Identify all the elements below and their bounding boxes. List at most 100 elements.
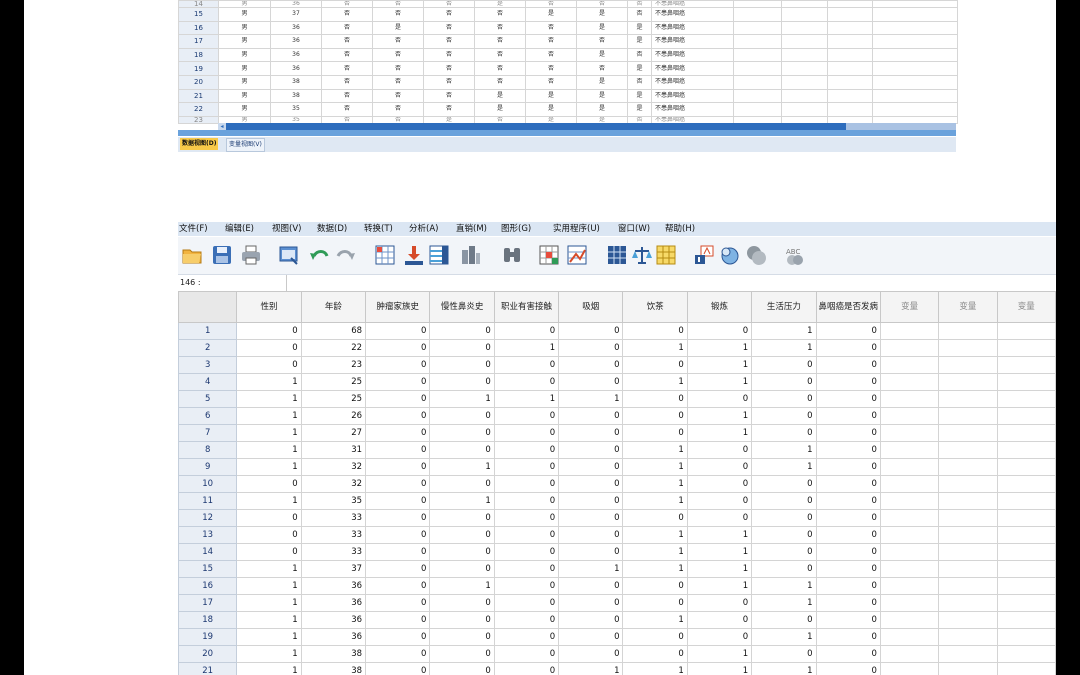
label-cell[interactable]: 是 <box>372 20 424 36</box>
label-cell[interactable]: 否 <box>372 61 424 76</box>
column-header[interactable]: 变量 <box>996 291 1056 323</box>
label-cell[interactable]: 否 <box>321 74 373 90</box>
data-cell[interactable]: 1 <box>236 373 302 391</box>
data-cell[interactable]: 0 <box>815 458 881 476</box>
label-cell[interactable] <box>781 88 828 104</box>
data-cell[interactable]: 1 <box>236 560 302 578</box>
label-cell[interactable]: 不患鼻咽癌 <box>651 61 734 76</box>
label-cell[interactable]: 36 <box>270 34 322 49</box>
empty-cell[interactable] <box>996 526 1056 544</box>
empty-cell[interactable] <box>879 526 940 544</box>
data-cell[interactable]: 0 <box>493 441 560 459</box>
empty-cell[interactable] <box>879 373 940 391</box>
cell-reference[interactable]: 146 : <box>180 276 201 290</box>
label-cell[interactable]: 否 <box>525 61 577 76</box>
label-cell[interactable]: 不患鼻咽癌 <box>651 20 734 36</box>
label-cell[interactable] <box>733 102 782 117</box>
empty-cell[interactable] <box>996 560 1056 578</box>
row-number[interactable]: 17 <box>178 594 238 612</box>
data-cell[interactable]: 0 <box>815 611 881 629</box>
row-number[interactable]: 8 <box>178 441 238 459</box>
empty-cell[interactable] <box>996 509 1056 527</box>
data-cell[interactable]: 0 <box>429 356 495 374</box>
data-cell[interactable]: 0 <box>429 322 495 340</box>
data-cell[interactable]: 1 <box>429 390 495 408</box>
label-cell[interactable] <box>827 0 873 8</box>
empty-cell[interactable] <box>996 407 1056 425</box>
label-cell[interactable] <box>733 47 782 63</box>
data-cell[interactable]: 1 <box>622 458 688 476</box>
row-number[interactable]: 20 <box>178 74 219 90</box>
data-cell[interactable]: 0 <box>558 645 624 663</box>
data-cell[interactable]: 36 <box>300 628 367 646</box>
empty-cell[interactable] <box>938 594 998 612</box>
data-cell[interactable]: 1 <box>751 322 817 340</box>
label-cell[interactable]: 不患鼻咽癌 <box>651 88 734 104</box>
data-cell[interactable]: 1 <box>558 560 624 578</box>
label-cell[interactable] <box>872 7 958 22</box>
empty-cell[interactable] <box>879 407 940 425</box>
data-cell[interactable]: 0 <box>686 458 753 476</box>
row-number[interactable]: 15 <box>178 7 219 22</box>
label-cell[interactable]: 不患鼻咽癌 <box>651 0 734 8</box>
label-cell[interactable] <box>733 74 782 90</box>
data-cell[interactable]: 1 <box>686 373 753 391</box>
data-cell[interactable]: 1 <box>429 458 495 476</box>
data-cell[interactable]: 32 <box>300 475 367 493</box>
data-cell[interactable]: 0 <box>493 407 560 425</box>
data-cell[interactable]: 0 <box>751 492 817 510</box>
empty-cell[interactable] <box>938 390 998 408</box>
data-cell[interactable]: 0 <box>365 594 431 612</box>
data-cell[interactable]: 0 <box>558 356 624 374</box>
empty-cell[interactable] <box>938 526 998 544</box>
data-cell[interactable]: 0 <box>558 611 624 629</box>
data-cell[interactable]: 1 <box>236 594 302 612</box>
data-cell[interactable]: 0 <box>622 390 688 408</box>
data-cell[interactable]: 32 <box>300 458 367 476</box>
empty-cell[interactable] <box>996 475 1056 493</box>
data-cell[interactable]: 0 <box>558 322 624 340</box>
data-cell[interactable]: 1 <box>236 441 302 459</box>
label-cell[interactable]: 是 <box>627 34 652 49</box>
data-cell[interactable]: 1 <box>751 441 817 459</box>
empty-cell[interactable] <box>996 390 1056 408</box>
data-cell[interactable]: 1 <box>622 526 688 544</box>
row-number[interactable]: 23 <box>178 115 219 124</box>
data-cell[interactable]: 1 <box>493 339 560 357</box>
data-cell[interactable]: 0 <box>558 458 624 476</box>
empty-cell[interactable] <box>879 611 940 629</box>
empty-cell[interactable] <box>938 475 998 493</box>
data-cell[interactable]: 0 <box>365 407 431 425</box>
find-icon[interactable] <box>501 244 523 266</box>
label-cell[interactable]: 36 <box>270 61 322 76</box>
label-cell[interactable]: 36 <box>270 20 322 36</box>
row-number[interactable]: 9 <box>178 458 238 476</box>
label-cell[interactable] <box>781 34 828 49</box>
label-cell[interactable]: 38 <box>270 74 322 90</box>
empty-cell[interactable] <box>996 577 1056 595</box>
data-cell[interactable]: 0 <box>815 339 881 357</box>
data-cell[interactable]: 0 <box>686 628 753 646</box>
label-cell[interactable]: 男 <box>218 88 271 104</box>
menu-item[interactable]: 直销(M) <box>456 222 487 236</box>
label-cell[interactable]: 是 <box>474 102 526 117</box>
empty-cell[interactable] <box>879 390 940 408</box>
label-cell[interactable]: 否 <box>372 74 424 90</box>
data-cell[interactable]: 0 <box>686 492 753 510</box>
data-cell[interactable]: 0 <box>236 509 302 527</box>
data-cell[interactable]: 0 <box>429 560 495 578</box>
label-cell[interactable]: 否 <box>474 7 526 22</box>
data-cell[interactable]: 1 <box>236 458 302 476</box>
data-cell[interactable]: 0 <box>622 594 688 612</box>
data-cell[interactable]: 0 <box>365 526 431 544</box>
label-cell[interactable]: 否 <box>321 34 373 49</box>
empty-cell[interactable] <box>879 322 940 340</box>
data-cell[interactable]: 0 <box>622 322 688 340</box>
label-cell[interactable] <box>733 20 782 36</box>
label-cell[interactable] <box>872 74 958 90</box>
data-cell[interactable]: 0 <box>815 475 881 493</box>
data-cell[interactable]: 1 <box>622 662 688 675</box>
data-cell[interactable]: 0 <box>365 322 431 340</box>
label-cell[interactable] <box>827 7 873 22</box>
label-cell[interactable]: 是 <box>525 88 577 104</box>
